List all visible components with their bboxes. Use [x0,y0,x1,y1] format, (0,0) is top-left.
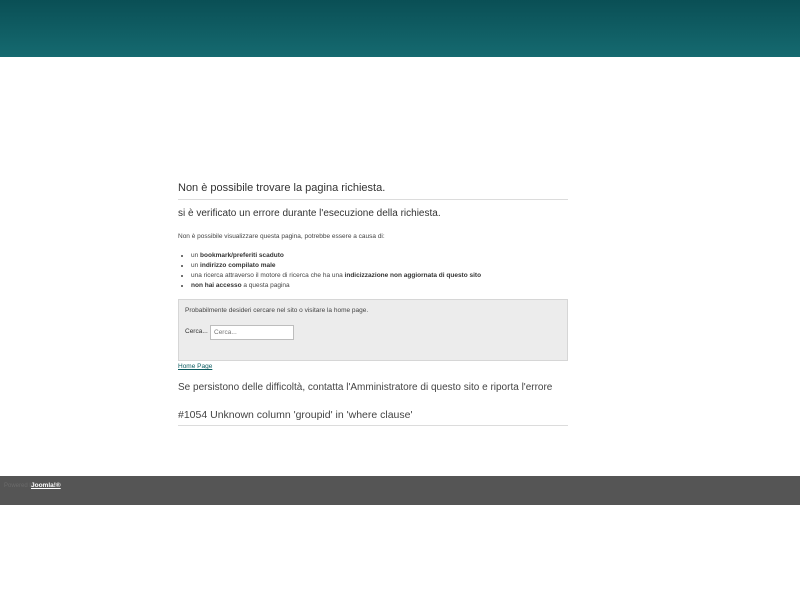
error-subtitle: si è verificato un errore durante l'esec… [178,208,441,219]
joomla-link[interactable]: Joomla!® [31,482,61,489]
error-title: Non è possibile trovare la pagina richie… [178,180,568,200]
top-header-bar [0,0,800,57]
search-label: Cerca... [185,328,208,335]
search-panel: Probabilmente desideri cercare nel sito … [178,299,568,361]
error-code: #1054 Unknown column 'groupid' in 'where… [178,409,568,426]
search-hint: Probabilmente desideri cercare nel sito … [185,307,369,314]
error-content: Non è possibile trovare la pagina richie… [178,180,568,426]
error-intro: Non è possibile visualizzare questa pagi… [178,233,385,240]
footer: Powered by Joomla!® [0,476,800,505]
list-item: una ricerca attraverso il motore di rice… [191,271,568,281]
home-page-link[interactable]: Home Page [178,363,568,370]
list-item: un bookmark/preferiti scaduto [191,251,568,261]
list-item: un indirizzo compilato male [191,261,568,271]
list-item: non hai accesso a questa pagina [191,281,568,291]
persist-message: Se persistono delle difficoltà, contatta… [178,382,553,393]
search-input[interactable] [210,325,294,340]
causes-list: un bookmark/preferiti scaduto un indiriz… [178,251,568,291]
